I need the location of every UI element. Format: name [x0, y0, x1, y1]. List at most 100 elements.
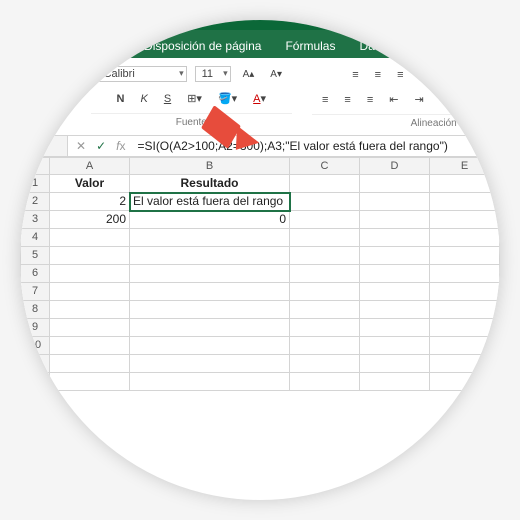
- cell[interactable]: [50, 283, 130, 301]
- align-right-icon[interactable]: ≡: [363, 92, 377, 108]
- row-header[interactable]: 4: [20, 229, 50, 247]
- cell[interactable]: [430, 355, 500, 373]
- cell[interactable]: [290, 247, 360, 265]
- cell[interactable]: [430, 211, 500, 229]
- font-color-icon[interactable]: A▾: [249, 90, 270, 107]
- orientation-icon[interactable]: ⤢▾: [415, 66, 436, 83]
- cell[interactable]: [50, 319, 130, 337]
- cell[interactable]: [290, 283, 360, 301]
- cell[interactable]: [430, 319, 500, 337]
- cell[interactable]: [130, 283, 290, 301]
- row-header[interactable]: 8: [20, 301, 50, 319]
- indent-inc-icon[interactable]: ⇥: [410, 91, 427, 108]
- italic-button[interactable]: K: [137, 91, 152, 107]
- select-all-corner[interactable]: [20, 157, 50, 175]
- tab-home[interactable]: io: [34, 33, 67, 58]
- cell[interactable]: [50, 355, 130, 373]
- align-mid-icon[interactable]: ≡: [371, 67, 385, 83]
- cell[interactable]: [360, 193, 430, 211]
- cell[interactable]: [290, 355, 360, 373]
- cell[interactable]: [50, 247, 130, 265]
- cell[interactable]: [430, 193, 500, 211]
- active-cell[interactable]: El valor está fuera del rango: [130, 193, 290, 211]
- cell[interactable]: [50, 301, 130, 319]
- col-header-b[interactable]: B: [130, 157, 290, 175]
- align-left-icon[interactable]: ≡: [318, 92, 332, 108]
- cell[interactable]: 200: [50, 211, 130, 229]
- cell[interactable]: [430, 175, 500, 193]
- row-header[interactable]: 7: [20, 283, 50, 301]
- tab-layout[interactable]: Disposición de página: [132, 33, 273, 58]
- cell[interactable]: [290, 229, 360, 247]
- cell[interactable]: [50, 229, 130, 247]
- cell[interactable]: [130, 229, 290, 247]
- cell[interactable]: [360, 337, 430, 355]
- cell[interactable]: [290, 175, 360, 193]
- tab-formulas[interactable]: Fórmulas: [273, 33, 347, 58]
- cell[interactable]: [430, 265, 500, 283]
- cell[interactable]: [430, 373, 500, 391]
- cell[interactable]: [430, 283, 500, 301]
- worksheet-grid[interactable]: A B C D E F 1 Valor Resultado 2 2 El val…: [20, 157, 500, 391]
- cell[interactable]: [360, 229, 430, 247]
- align-center-icon[interactable]: ≡: [340, 92, 354, 108]
- cell[interactable]: [130, 373, 290, 391]
- cell[interactable]: [50, 373, 130, 391]
- cell[interactable]: [290, 211, 360, 229]
- row-header[interactable]: 2: [20, 193, 50, 211]
- cell[interactable]: [360, 283, 430, 301]
- cell[interactable]: [360, 355, 430, 373]
- cell[interactable]: [360, 301, 430, 319]
- cell[interactable]: [50, 337, 130, 355]
- col-header-c[interactable]: C: [290, 157, 360, 175]
- border-icon[interactable]: ⊞▾: [183, 90, 206, 107]
- row-header[interactable]: 11: [20, 355, 50, 373]
- cell[interactable]: [290, 193, 360, 211]
- cell[interactable]: [360, 265, 430, 283]
- bold-button[interactable]: N: [113, 91, 129, 107]
- fx-icon[interactable]: fx: [116, 139, 125, 153]
- row-header[interactable]: 9: [20, 319, 50, 337]
- accept-formula-icon[interactable]: ✓: [96, 139, 106, 153]
- row-header[interactable]: 1: [20, 175, 50, 193]
- tab-insert[interactable]: Insertar: [67, 33, 132, 58]
- cell[interactable]: [360, 319, 430, 337]
- cell[interactable]: [290, 337, 360, 355]
- cell[interactable]: [290, 265, 360, 283]
- row-header[interactable]: 12: [20, 373, 50, 391]
- wrap-text-button[interactable]: ↩ Ajustar texto: [445, 67, 500, 82]
- cell[interactable]: [130, 319, 290, 337]
- indent-dec-icon[interactable]: ⇤: [385, 91, 402, 108]
- cell[interactable]: [130, 337, 290, 355]
- font-size-select[interactable]: 11: [195, 66, 231, 82]
- fill-color-icon[interactable]: 🪣▾: [214, 90, 241, 107]
- cell[interactable]: [360, 373, 430, 391]
- cell[interactable]: [360, 175, 430, 193]
- align-top-icon[interactable]: ≡: [348, 67, 362, 83]
- decrease-font-icon[interactable]: A▾: [266, 67, 286, 82]
- row-header[interactable]: 5: [20, 247, 50, 265]
- tab-review[interactable]: Revisar: [403, 33, 468, 58]
- row-header[interactable]: 3: [20, 211, 50, 229]
- cell[interactable]: [430, 247, 500, 265]
- cell[interactable]: [130, 247, 290, 265]
- cell[interactable]: [360, 247, 430, 265]
- increase-font-icon[interactable]: A▴: [239, 67, 259, 82]
- font-name-select[interactable]: Calibri: [97, 66, 187, 82]
- cancel-formula-icon[interactable]: ✕: [76, 139, 86, 153]
- tab-data[interactable]: Datos: [347, 33, 402, 58]
- cell[interactable]: [430, 337, 500, 355]
- col-header-e[interactable]: E: [430, 157, 500, 175]
- cell[interactable]: [130, 355, 290, 373]
- cell[interactable]: [360, 211, 430, 229]
- paste-icon[interactable]: 📋: [39, 66, 61, 83]
- formula-input[interactable]: =SI(O(A2>100;A2=300);A3;"El valor está f…: [133, 136, 500, 156]
- cell[interactable]: [430, 229, 500, 247]
- cell[interactable]: [130, 301, 290, 319]
- row-header[interactable]: 6: [20, 265, 50, 283]
- cell[interactable]: 0: [130, 211, 290, 229]
- merge-center-button[interactable]: ⇔ Combinar y centrar ▾: [436, 92, 500, 107]
- cell[interactable]: [130, 265, 290, 283]
- cell[interactable]: Resultado: [130, 175, 290, 193]
- cell[interactable]: [50, 265, 130, 283]
